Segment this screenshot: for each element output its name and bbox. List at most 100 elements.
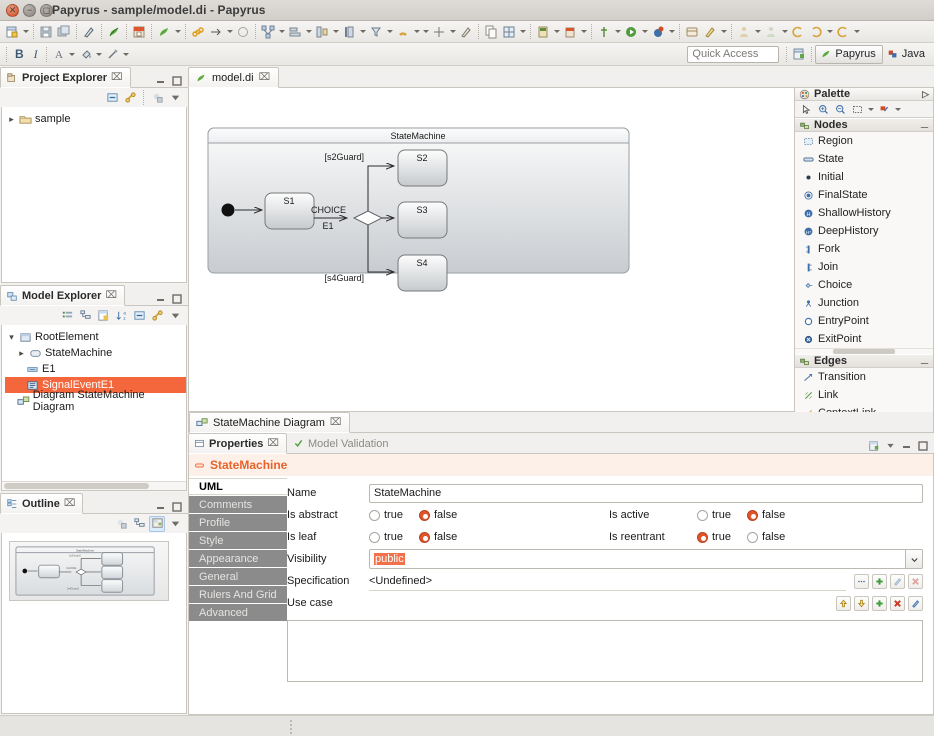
line-color-caret[interactable] <box>122 45 131 63</box>
distribute-icon[interactable] <box>313 23 331 41</box>
grid-caret[interactable] <box>518 23 527 41</box>
new-wizard-icon[interactable] <box>80 23 98 41</box>
move-icon[interactable] <box>430 23 448 41</box>
tree-item-diagram[interactable]: Diagram StateMachine Diagram <box>5 389 186 413</box>
browse-button[interactable] <box>854 573 869 589</box>
papyrus-model-icon[interactable] <box>155 23 173 41</box>
move-up-button[interactable] <box>836 595 851 611</box>
perspective-java-button[interactable]: Java <box>883 45 931 64</box>
visibility-value-wrap[interactable]: public <box>369 549 905 569</box>
package-caret[interactable] <box>579 23 588 41</box>
specification-value[interactable]: <Undefined> <box>369 572 846 591</box>
back-icon[interactable] <box>789 23 807 41</box>
marquee-caret[interactable] <box>866 102 875 116</box>
window-close-button[interactable]: ✕ <box>6 3 19 17</box>
view-menu-icon[interactable] <box>167 308 183 324</box>
visibility-combo[interactable]: public <box>369 549 923 569</box>
focus-icon[interactable] <box>149 90 165 106</box>
fill-color-caret[interactable] <box>95 45 104 63</box>
perspective-papyrus-button[interactable]: Papyrus <box>815 44 883 64</box>
palette-item-region[interactable]: Region <box>795 132 933 150</box>
order-icon[interactable] <box>340 23 358 41</box>
collapse-all-icon[interactable] <box>131 308 147 324</box>
resize-grip[interactable] <box>290 720 293 734</box>
edit-button[interactable] <box>890 573 905 589</box>
select-tool-icon[interactable] <box>798 101 814 117</box>
debug-caret[interactable] <box>667 23 676 41</box>
run-icon[interactable] <box>622 23 640 41</box>
move-caret[interactable] <box>448 23 457 41</box>
minimize-icon[interactable] <box>155 293 166 304</box>
open-type-icon[interactable] <box>683 23 701 41</box>
magnet-caret[interactable] <box>412 23 421 41</box>
scrollbar-thumb[interactable] <box>4 483 149 489</box>
person2-caret[interactable] <box>780 23 789 41</box>
editor-tab-model-di[interactable]: model.di ⌧ <box>188 67 280 88</box>
minimize-icon[interactable] <box>155 501 166 512</box>
wrench-caret[interactable] <box>613 23 622 41</box>
collapse-all-icon[interactable] <box>104 90 120 106</box>
edit-pencil-icon[interactable] <box>701 23 719 41</box>
palette-item-link[interactable]: Link <box>795 386 933 404</box>
edit-caret[interactable] <box>719 23 728 41</box>
is-active-true-radio[interactable]: true <box>697 509 731 521</box>
group-collapse-icon[interactable]: ⚊ <box>920 356 929 367</box>
maximize-icon[interactable] <box>171 75 182 86</box>
add-button[interactable] <box>872 595 887 611</box>
is-active-false-radio[interactable]: false <box>746 509 785 521</box>
tab-close-icon[interactable]: ⌧ <box>111 72 123 83</box>
palette-item-fork[interactable]: Fork <box>795 240 933 258</box>
palette-item-join[interactable]: Join <box>795 258 933 276</box>
filter-caret[interactable] <box>385 23 394 41</box>
side-tab-profile[interactable]: Profile <box>189 514 287 531</box>
palette-item-deephistory[interactable]: H* DeepHistory <box>795 222 933 240</box>
quick-access-input[interactable]: Quick Access <box>687 45 780 63</box>
tab-close-icon[interactable]: ⌧ <box>330 417 342 428</box>
palette-item-finalstate[interactable]: FinalState <box>795 186 933 204</box>
save-icon[interactable] <box>37 23 55 41</box>
run-config-caret[interactable] <box>552 23 561 41</box>
align-icon[interactable] <box>286 23 304 41</box>
new-dropdown-caret[interactable] <box>21 23 30 41</box>
tab-close-icon[interactable]: ⌧ <box>259 72 271 83</box>
fill-color-icon[interactable] <box>77 45 95 63</box>
import-icon[interactable] <box>130 23 148 41</box>
marquee-icon[interactable] <box>849 101 865 117</box>
font-color-caret[interactable] <box>68 45 77 63</box>
view-menu-icon[interactable] <box>167 516 183 532</box>
tree-item-statemachine[interactable]: StateMachine <box>5 345 186 361</box>
view-menu-icon[interactable] <box>167 90 183 106</box>
palette-collapse-arrow[interactable]: ▷ <box>922 89 929 100</box>
papyrus-icon[interactable] <box>105 23 123 41</box>
move-down-button[interactable] <box>854 595 869 611</box>
link-with-editor-icon[interactable] <box>122 90 138 106</box>
link-icon[interactable] <box>189 23 207 41</box>
new-properties-view-icon[interactable] <box>867 439 880 452</box>
tree-item-rootelement[interactable]: RootElement <box>5 329 186 345</box>
italic-button[interactable]: I <box>29 47 43 62</box>
forward-icon[interactable] <box>807 23 825 41</box>
palette-item-shallowhistory[interactable]: H ShallowHistory <box>795 204 933 222</box>
twisty-icon[interactable] <box>7 114 16 125</box>
palette-item-initial[interactable]: Initial <box>795 168 933 186</box>
papyrus-model-caret[interactable] <box>173 23 182 41</box>
arrow-right-icon[interactable] <box>207 23 225 41</box>
minimize-icon[interactable] <box>155 75 166 86</box>
person-icon[interactable] <box>735 23 753 41</box>
statemachine-diagram[interactable]: StateMachine S1 CHOICE E1 [s2Guard] [s4G… <box>189 88 794 412</box>
palette-item-choice[interactable]: Choice <box>795 276 933 294</box>
layout-icon[interactable] <box>259 23 277 41</box>
font-color-icon[interactable]: A <box>50 45 68 63</box>
new-icon[interactable] <box>3 23 21 41</box>
format-caret[interactable] <box>893 102 902 116</box>
history-caret[interactable] <box>852 23 861 41</box>
person2-icon[interactable] <box>762 23 780 41</box>
outline-thumbnail[interactable]: StateMachine [s2Guard] [s4Guard] CHOICE <box>9 541 169 601</box>
magnet-icon[interactable] <box>394 23 412 41</box>
forward-caret[interactable] <box>825 23 834 41</box>
new-child-icon[interactable] <box>95 308 111 324</box>
side-tab-general[interactable]: General <box>189 568 287 585</box>
tab-close-icon[interactable]: ⌧ <box>64 498 76 509</box>
tab-project-explorer[interactable]: Project Explorer ⌧ <box>0 67 131 88</box>
is-reentrant-true-radio[interactable]: true <box>697 531 731 543</box>
